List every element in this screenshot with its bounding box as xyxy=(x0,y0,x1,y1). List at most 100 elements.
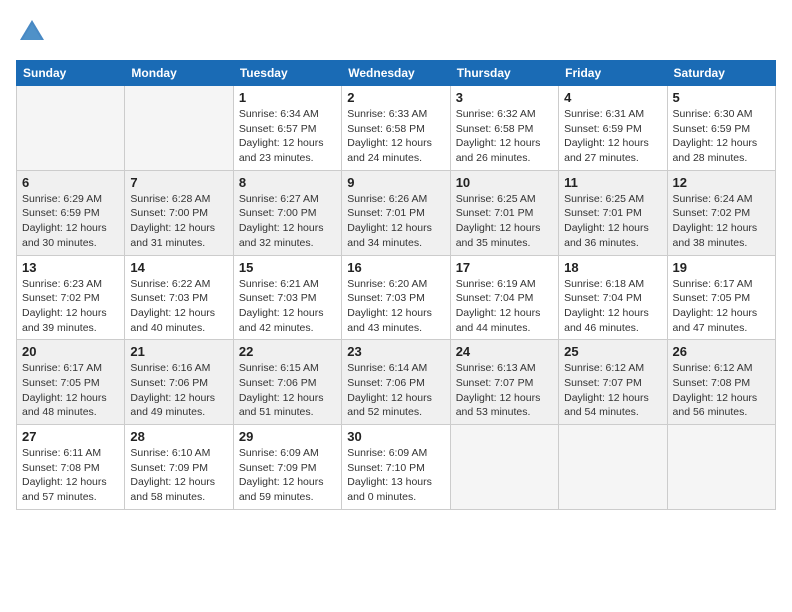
calendar-week-row: 13 Sunrise: 6:23 AMSunset: 7:02 PMDayligh… xyxy=(17,255,776,340)
table-row: 16 Sunrise: 6:20 AMSunset: 7:03 PMDayligh… xyxy=(342,255,450,340)
day-number: 10 xyxy=(456,175,553,190)
calendar-week-row: 6 Sunrise: 6:29 AMSunset: 6:59 PMDaylight… xyxy=(17,170,776,255)
day-info: Sunrise: 6:12 AMSunset: 7:07 PMDaylight:… xyxy=(564,361,661,420)
day-number: 25 xyxy=(564,344,661,359)
table-row: 2 Sunrise: 6:33 AMSunset: 6:58 PMDaylight… xyxy=(342,86,450,171)
day-info: Sunrise: 6:32 AMSunset: 6:58 PMDaylight:… xyxy=(456,107,553,166)
table-row: 6 Sunrise: 6:29 AMSunset: 6:59 PMDaylight… xyxy=(17,170,125,255)
day-info: Sunrise: 6:34 AMSunset: 6:57 PMDaylight:… xyxy=(239,107,336,166)
table-row: 4Sunrise: 6:31 AMSunset: 6:59 PMDaylight… xyxy=(559,86,667,171)
day-info: Sunrise: 6:28 AMSunset: 7:00 PMDaylight:… xyxy=(130,192,227,251)
day-of-week-sunday: Sunday xyxy=(17,61,125,86)
day-number: 13 xyxy=(22,260,119,275)
table-row: 15 Sunrise: 6:21 AMSunset: 7:03 PMDayligh… xyxy=(233,255,341,340)
day-number: 29 xyxy=(239,429,336,444)
day-info: Sunrise: 6:22 AMSunset: 7:03 PMDaylight:… xyxy=(130,277,227,336)
day-of-week-friday: Friday xyxy=(559,61,667,86)
day-number: 15 xyxy=(239,260,336,275)
table-row: 5 Sunrise: 6:30 AMSunset: 6:59 PMDaylight… xyxy=(667,86,775,171)
calendar-header-row: SundayMondayTuesdayWednesdayThursdayFrid… xyxy=(17,61,776,86)
table-row xyxy=(559,425,667,510)
day-info: Sunrise: 6:21 AMSunset: 7:03 PMDaylight:… xyxy=(239,277,336,336)
day-number: 6 xyxy=(22,175,119,190)
page-header xyxy=(16,16,776,48)
day-info: Sunrise: 6:25 AMSunset: 7:01 PMDaylight:… xyxy=(456,192,553,251)
day-number: 23 xyxy=(347,344,444,359)
table-row: 28 Sunrise: 6:10 AMSunset: 7:09 PMDayligh… xyxy=(125,425,233,510)
table-row: 24 Sunrise: 6:13 AMSunset: 7:07 PMDayligh… xyxy=(450,340,558,425)
day-number: 26 xyxy=(673,344,770,359)
table-row: 8 Sunrise: 6:27 AMSunset: 7:00 PMDaylight… xyxy=(233,170,341,255)
table-row xyxy=(667,425,775,510)
day-number: 3 xyxy=(456,90,553,105)
day-number: 1 xyxy=(239,90,336,105)
table-row: 20 Sunrise: 6:17 AMSunset: 7:05 PMDayligh… xyxy=(17,340,125,425)
day-number: 24 xyxy=(456,344,553,359)
table-row: 18 Sunrise: 6:18 AMSunset: 7:04 PMDayligh… xyxy=(559,255,667,340)
day-number: 14 xyxy=(130,260,227,275)
table-row: 13 Sunrise: 6:23 AMSunset: 7:02 PMDayligh… xyxy=(17,255,125,340)
day-number: 21 xyxy=(130,344,227,359)
day-of-week-monday: Monday xyxy=(125,61,233,86)
day-info: Sunrise: 6:13 AMSunset: 7:07 PMDaylight:… xyxy=(456,361,553,420)
table-row xyxy=(17,86,125,171)
table-row xyxy=(125,86,233,171)
day-info: Sunrise: 6:29 AMSunset: 6:59 PMDaylight:… xyxy=(22,192,119,251)
table-row: 17 Sunrise: 6:19 AMSunset: 7:04 PMDayligh… xyxy=(450,255,558,340)
day-info: Sunrise: 6:20 AMSunset: 7:03 PMDaylight:… xyxy=(347,277,444,336)
day-info: Sunrise: 6:16 AMSunset: 7:06 PMDaylight:… xyxy=(130,361,227,420)
day-number: 7 xyxy=(130,175,227,190)
day-info: Sunrise: 6:17 AMSunset: 7:05 PMDaylight:… xyxy=(673,277,770,336)
day-info: Sunrise: 6:10 AMSunset: 7:09 PMDaylight:… xyxy=(130,446,227,505)
day-number: 17 xyxy=(456,260,553,275)
day-info: Sunrise: 6:19 AMSunset: 7:04 PMDaylight:… xyxy=(456,277,553,336)
calendar-week-row: 1 Sunrise: 6:34 AMSunset: 6:57 PMDaylight… xyxy=(17,86,776,171)
table-row: 3 Sunrise: 6:32 AMSunset: 6:58 PMDaylight… xyxy=(450,86,558,171)
day-info: Sunrise: 6:15 AMSunset: 7:06 PMDaylight:… xyxy=(239,361,336,420)
logo xyxy=(16,16,52,48)
day-info: Sunrise: 6:18 AMSunset: 7:04 PMDaylight:… xyxy=(564,277,661,336)
table-row: 22Sunrise: 6:15 AMSunset: 7:06 PMDayligh… xyxy=(233,340,341,425)
day-number: 2 xyxy=(347,90,444,105)
day-info: Sunrise: 6:23 AMSunset: 7:02 PMDaylight:… xyxy=(22,277,119,336)
day-of-week-thursday: Thursday xyxy=(450,61,558,86)
table-row: 26Sunrise: 6:12 AMSunset: 7:08 PMDayligh… xyxy=(667,340,775,425)
day-of-week-tuesday: Tuesday xyxy=(233,61,341,86)
table-row: 7 Sunrise: 6:28 AMSunset: 7:00 PMDaylight… xyxy=(125,170,233,255)
table-row: 25 Sunrise: 6:12 AMSunset: 7:07 PMDayligh… xyxy=(559,340,667,425)
day-number: 20 xyxy=(22,344,119,359)
calendar-week-row: 20 Sunrise: 6:17 AMSunset: 7:05 PMDayligh… xyxy=(17,340,776,425)
table-row: 10 Sunrise: 6:25 AMSunset: 7:01 PMDayligh… xyxy=(450,170,558,255)
day-info: Sunrise: 6:31 AMSunset: 6:59 PMDaylight:… xyxy=(564,107,661,166)
calendar-week-row: 27Sunrise: 6:11 AMSunset: 7:08 PMDayligh… xyxy=(17,425,776,510)
day-number: 5 xyxy=(673,90,770,105)
table-row: 27Sunrise: 6:11 AMSunset: 7:08 PMDayligh… xyxy=(17,425,125,510)
calendar-table: SundayMondayTuesdayWednesdayThursdayFrid… xyxy=(16,60,776,510)
day-number: 19 xyxy=(673,260,770,275)
day-of-week-saturday: Saturday xyxy=(667,61,775,86)
table-row: 29 Sunrise: 6:09 AMSunset: 7:09 PMDayligh… xyxy=(233,425,341,510)
day-number: 30 xyxy=(347,429,444,444)
day-info: Sunrise: 6:30 AMSunset: 6:59 PMDaylight:… xyxy=(673,107,770,166)
day-info: Sunrise: 6:25 AMSunset: 7:01 PMDaylight:… xyxy=(564,192,661,251)
day-of-week-wednesday: Wednesday xyxy=(342,61,450,86)
day-info: Sunrise: 6:26 AMSunset: 7:01 PMDaylight:… xyxy=(347,192,444,251)
table-row: 1 Sunrise: 6:34 AMSunset: 6:57 PMDaylight… xyxy=(233,86,341,171)
day-info: Sunrise: 6:17 AMSunset: 7:05 PMDaylight:… xyxy=(22,361,119,420)
table-row: 19 Sunrise: 6:17 AMSunset: 7:05 PMDayligh… xyxy=(667,255,775,340)
day-number: 9 xyxy=(347,175,444,190)
day-number: 28 xyxy=(130,429,227,444)
day-number: 8 xyxy=(239,175,336,190)
table-row xyxy=(450,425,558,510)
day-number: 27 xyxy=(22,429,119,444)
day-number: 18 xyxy=(564,260,661,275)
logo-icon xyxy=(16,16,48,48)
day-number: 12 xyxy=(673,175,770,190)
table-row: 12Sunrise: 6:24 AMSunset: 7:02 PMDayligh… xyxy=(667,170,775,255)
day-info: Sunrise: 6:27 AMSunset: 7:00 PMDaylight:… xyxy=(239,192,336,251)
day-info: Sunrise: 6:33 AMSunset: 6:58 PMDaylight:… xyxy=(347,107,444,166)
day-number: 11 xyxy=(564,175,661,190)
day-number: 16 xyxy=(347,260,444,275)
day-info: Sunrise: 6:09 AMSunset: 7:09 PMDaylight:… xyxy=(239,446,336,505)
table-row: 30Sunrise: 6:09 AMSunset: 7:10 PMDayligh… xyxy=(342,425,450,510)
